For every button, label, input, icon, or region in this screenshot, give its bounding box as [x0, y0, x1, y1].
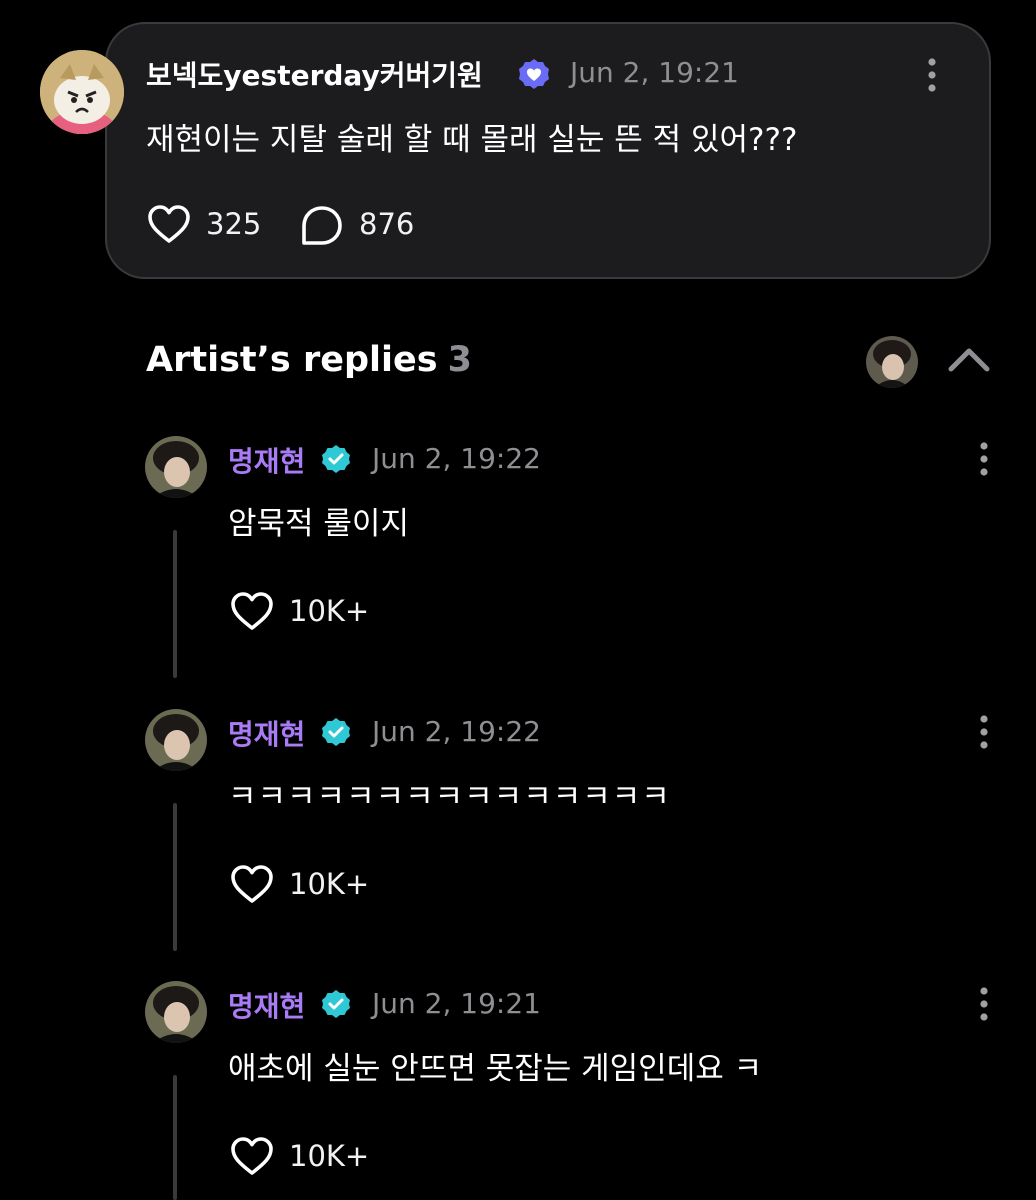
reply-like-count: 10K+ — [289, 594, 370, 628]
heart-icon[interactable] — [229, 1134, 275, 1180]
reply-like-count: 10K+ — [289, 867, 370, 901]
artist-replies-count: 3 — [447, 340, 472, 380]
thread-line — [173, 803, 177, 951]
more-vertical-icon[interactable] — [979, 715, 989, 749]
reply-author-avatar[interactable] — [145, 709, 207, 771]
verified-badge-icon — [321, 989, 351, 1019]
heart-icon[interactable] — [229, 862, 275, 908]
thread-line — [173, 530, 177, 678]
reply-timestamp: Jun 2, 19:22 — [372, 442, 541, 475]
reply-author-name[interactable]: 명재현 — [228, 985, 305, 1025]
reply-author-avatar[interactable] — [145, 436, 207, 498]
post-comment-count: 876 — [359, 207, 415, 241]
artist-replies-title: Artist’s replies 3 — [146, 340, 472, 380]
reply-author-name[interactable]: 명재현 — [228, 713, 305, 753]
more-vertical-icon[interactable] — [927, 58, 937, 92]
reply-body-text: 애초에 실눈 안뜨면 못잡는 게임인데요 ㅋ — [228, 1051, 763, 1087]
verified-badge-icon — [518, 58, 550, 90]
reply-author-avatar[interactable] — [145, 981, 207, 1043]
post-timestamp: Jun 2, 19:21 — [570, 56, 739, 89]
post-body-text: 재현이는 지탈 술래 할 때 몰래 실눈 뜬 적 있어??? — [146, 122, 798, 158]
more-vertical-icon[interactable] — [979, 987, 989, 1021]
chevron-up-icon[interactable] — [946, 342, 992, 376]
reply-like-count: 10K+ — [289, 1139, 370, 1173]
post-author-avatar[interactable] — [40, 50, 124, 134]
reply-body-text: ㅋㅋㅋㅋㅋㅋㅋㅋㅋㅋㅋㅋㅋㅋㅋ — [228, 779, 671, 815]
comment-bubble-icon[interactable] — [299, 202, 345, 248]
reply-timestamp: Jun 2, 19:21 — [372, 987, 541, 1020]
reply-timestamp: Jun 2, 19:22 — [372, 715, 541, 748]
reply-author-name[interactable]: 명재현 — [228, 440, 305, 480]
thread-line — [173, 1075, 177, 1200]
post-like-count: 325 — [206, 207, 262, 241]
heart-icon[interactable] — [146, 202, 192, 248]
heart-icon[interactable] — [229, 589, 275, 635]
artist-replies-label: Artist’s replies — [146, 340, 438, 380]
more-vertical-icon[interactable] — [979, 442, 989, 476]
reply-body-text: 암묵적 룰이지 — [228, 506, 409, 542]
post-author-name[interactable]: 보넥도yesterday커버기원 — [146, 54, 483, 94]
artist-avatar[interactable] — [866, 336, 918, 388]
verified-badge-icon — [321, 717, 351, 747]
verified-badge-icon — [321, 444, 351, 474]
